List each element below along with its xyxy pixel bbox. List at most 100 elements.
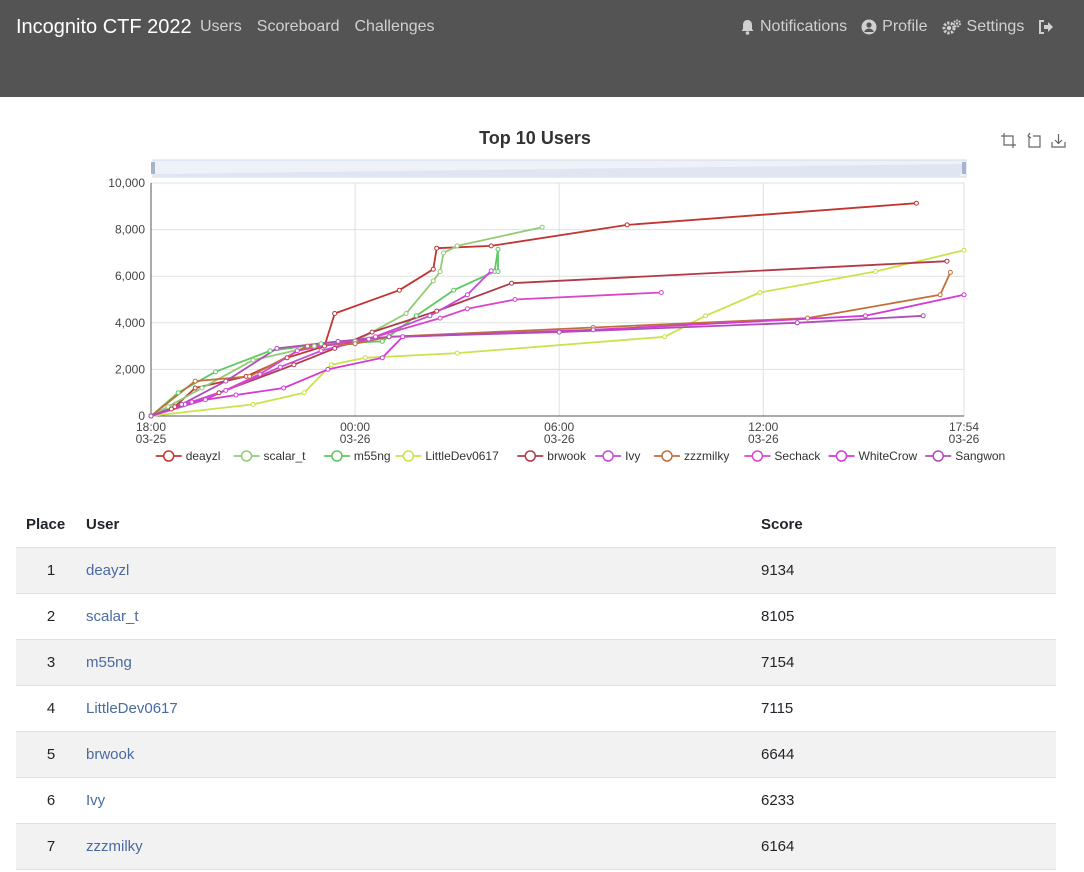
y-tick-label: 4,000	[115, 316, 145, 330]
row-place: 2	[16, 593, 86, 640]
data-point-WhiteCrow	[862, 313, 868, 319]
table-row: 2 scalar_t 8105	[16, 593, 1056, 640]
data-point-Ivy	[427, 313, 433, 319]
data-point-WhiteCrow	[281, 385, 287, 391]
data-point-Sangwon	[148, 413, 154, 419]
data-point-scalar_t	[539, 224, 545, 230]
data-point-m55ng	[267, 348, 273, 354]
row-place: 6	[16, 777, 86, 824]
bell-icon	[741, 20, 754, 35]
row-score: 6164	[761, 823, 1056, 870]
data-point-m55ng	[318, 341, 324, 347]
x-tick-date-label: 03-26	[949, 432, 980, 446]
data-point-brwook	[216, 390, 222, 396]
data-point-deayzl	[434, 245, 440, 251]
table-row: 4 LittleDev0617 7115	[16, 685, 1056, 732]
data-point-brwook	[369, 329, 375, 335]
data-point-Sechack	[373, 334, 378, 340]
nav-challenges-link[interactable]: Challenges	[355, 17, 435, 37]
score-graph-svg: 02,0004,0006,0008,00010,00018:0003-2500:…	[108, 159, 1005, 463]
data-point-scalar_t	[403, 311, 409, 316]
legend-marker-Sechack	[751, 450, 764, 462]
data-point-LittleDev0617	[250, 401, 256, 407]
nav-users-link[interactable]: Users	[200, 17, 242, 37]
top-navbar: Incognito CTF 2022 Users Scoreboard Chal…	[0, 0, 1084, 97]
data-point-scalar_t	[441, 250, 446, 256]
data-point-Sechack	[512, 297, 518, 302]
zoom-reset-icon[interactable]	[1025, 132, 1042, 149]
data-point-LittleDev0617	[328, 362, 334, 368]
zoom-icon[interactable]	[1000, 132, 1017, 149]
nav-logout-link[interactable]	[1038, 19, 1054, 35]
data-point-m55ng	[413, 313, 419, 319]
nav-notifications-link[interactable]: Notifications	[740, 17, 847, 37]
data-point-Ivy	[277, 364, 283, 370]
nav-primary: Users Scoreboard Challenges	[200, 17, 435, 37]
row-user-link[interactable]: LittleDev0617	[86, 700, 178, 717]
data-point-scalar_t	[250, 357, 256, 363]
row-place: 4	[16, 685, 86, 732]
row-user-link[interactable]: zzzmilky	[86, 838, 143, 855]
data-point-LittleDev0617	[703, 313, 708, 319]
legend-marker-Ivy	[602, 450, 614, 462]
x-tick-date-label: 03-26	[340, 432, 371, 446]
row-place: 1	[16, 547, 86, 594]
series-line-scalar_t	[150, 226, 543, 417]
series-line-brwook	[150, 260, 948, 417]
legend-label-LittleDev0617: LittleDev0617	[425, 449, 499, 463]
table-row: 6 Ivy 6233	[16, 777, 1056, 824]
legend-marker-scalar_t	[240, 450, 253, 462]
data-point-m55ng	[213, 369, 219, 375]
data-point-Sechack	[294, 348, 300, 354]
row-score: 7115	[761, 685, 1056, 732]
sign-out-icon	[1039, 20, 1054, 34]
legend-marker-brwook	[524, 450, 537, 462]
legend-label-Sechack: Sechack	[774, 449, 821, 463]
row-user-link[interactable]: Ivy	[86, 792, 105, 809]
cogs-icon	[942, 19, 961, 35]
data-point-Sangwon	[386, 334, 392, 340]
nav-profile-link[interactable]: Profile	[861, 17, 928, 37]
header-place[interactable]: Place	[16, 502, 86, 548]
header-score[interactable]: Score	[761, 502, 1056, 548]
row-place: 3	[16, 639, 86, 686]
data-point-m55ng	[495, 269, 501, 274]
x-tick-date-label: 03-25	[136, 432, 167, 446]
row-user-link[interactable]: scalar_t	[86, 608, 139, 625]
y-tick-label: 8,000	[115, 223, 145, 237]
data-point-LittleDev0617	[961, 247, 967, 253]
x-tick-date-label: 03-26	[544, 432, 575, 446]
data-point-m55ng	[379, 338, 385, 344]
nav-scoreboard-link[interactable]: Scoreboard	[257, 17, 340, 37]
y-tick-label: 2,000	[115, 362, 145, 376]
data-point-scalar_t	[454, 243, 460, 249]
data-point-brwook	[332, 345, 338, 351]
data-point-brwook	[291, 362, 297, 368]
row-user-link[interactable]: deayzl	[86, 562, 129, 579]
header-user[interactable]: User	[86, 502, 761, 548]
data-point-LittleDev0617	[454, 350, 460, 356]
data-point-brwook	[434, 308, 440, 314]
row-user-link[interactable]: m55ng	[86, 654, 132, 671]
data-point-Ivy	[488, 268, 494, 274]
series-line-deayzl	[150, 202, 917, 417]
download-icon[interactable]	[1050, 132, 1067, 149]
data-point-Sangwon	[794, 320, 800, 326]
row-user-link[interactable]: brwook	[86, 746, 134, 763]
legend-marker-m55ng	[331, 450, 343, 462]
data-point-deayzl	[192, 385, 198, 391]
data-point-zzzmilky	[247, 373, 253, 379]
data-point-deayzl	[624, 222, 630, 228]
data-point-Sechack	[658, 290, 664, 295]
legend-label-m55ng: m55ng	[354, 449, 391, 463]
data-point-brwook	[509, 280, 515, 286]
brand-title[interactable]: Incognito CTF 2022	[16, 15, 192, 39]
nav-settings-link[interactable]: Settings	[942, 17, 1024, 37]
data-point-WhiteCrow	[961, 292, 967, 298]
data-point-deayzl	[913, 200, 919, 206]
data-point-WhiteCrow	[400, 334, 406, 340]
score-graph: 0 2,000 4,000 6,000 8,000 10,000 18:00 03-25 00:…	[100, 120, 1084, 480]
data-point-Sechack	[202, 397, 208, 403]
data-point-deayzl	[332, 311, 338, 316]
data-point-scalar_t	[430, 278, 436, 284]
